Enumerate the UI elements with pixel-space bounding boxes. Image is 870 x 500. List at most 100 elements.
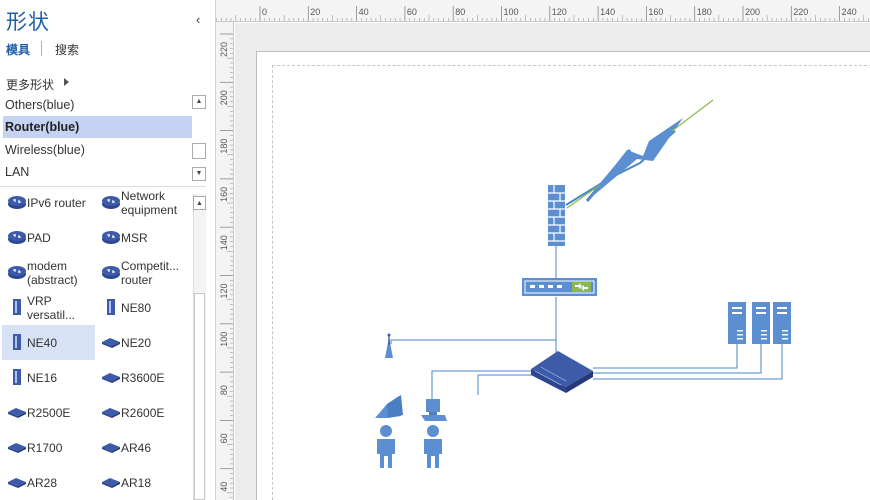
stencil-scroll-up-button[interactable]: ▲ (192, 95, 206, 109)
ruler-label: 100 (219, 332, 229, 347)
shape-ne40[interactable]: NE40 (2, 325, 95, 360)
shape-r1700[interactable]: R1700 (2, 430, 95, 465)
server-2-icon[interactable] (752, 302, 770, 344)
pad-icon (8, 231, 26, 244)
connector-server3-router[interactable] (593, 344, 783, 380)
stencil-scroll-down-button[interactable]: ▼ (192, 167, 206, 181)
connector-server1-router[interactable] (593, 344, 738, 369)
shape-label: R3600E (121, 370, 165, 385)
tab-stencils[interactable]: 模具 (6, 41, 30, 58)
ar18-icon (102, 478, 120, 488)
user-2-icon[interactable] (424, 425, 442, 468)
ruler-label: 220 (219, 42, 229, 57)
shape-r2500e[interactable]: R2500E (2, 395, 95, 430)
vertical-ruler: 220 200 180 160 140 120 100 80 60 40 (216, 22, 234, 500)
shape-ipv6-router[interactable]: IPv6 router (2, 185, 95, 220)
connector-pc-router[interactable] (477, 374, 540, 395)
shape-pad[interactable]: PAD (2, 220, 95, 255)
ruler-label: 240 (842, 7, 857, 17)
ruler-label: 20 (310, 7, 320, 17)
ruler-label: 200 (745, 7, 760, 17)
shape-ne16[interactable]: NE16 (2, 360, 95, 395)
ruler-label: 60 (407, 7, 417, 17)
shape-label: NE16 (27, 370, 58, 385)
network-equipment-icon (102, 196, 120, 209)
drawing-canvas[interactable] (235, 23, 870, 500)
ruler-label: 120 (219, 283, 229, 298)
stencil-item-lan[interactable]: LAN (3, 161, 192, 183)
ruler-label: 140 (219, 235, 229, 250)
r3600e-icon (102, 373, 120, 383)
connector-laptop-router[interactable] (431, 370, 533, 418)
server-1-icon[interactable] (728, 302, 746, 344)
shape-label: IPv6 router (27, 195, 86, 210)
shape-label: modem (abstract) (27, 258, 78, 287)
shape-label: R2500E (27, 405, 71, 420)
shape-r2600e[interactable]: R2600E (96, 395, 189, 430)
antenna-icon[interactable] (385, 333, 393, 359)
wan-lightning-icon[interactable] (565, 99, 714, 209)
ruler-label: 180 (219, 139, 229, 154)
ne40-icon (13, 334, 21, 350)
core-router-icon[interactable] (531, 351, 593, 393)
shape-ne20[interactable]: NE20 (96, 325, 189, 360)
shape-grid-scroll-up-button[interactable]: ▲ (193, 196, 206, 210)
shape-label: AR28 (27, 475, 58, 490)
shape-label: NE40 (27, 335, 58, 350)
connector-antenna-router[interactable] (390, 339, 556, 344)
network-diagram (375, 99, 791, 468)
shape-vrp[interactable]: VRP versatil... (2, 290, 95, 325)
ruler-label: 80 (219, 385, 229, 395)
shape-label: MSR (121, 230, 148, 245)
shape-network-equipment[interactable]: Network equipment (96, 185, 189, 220)
ruler-label: 0 (262, 7, 267, 17)
connector-lines (390, 246, 783, 418)
firewall-icon[interactable] (548, 185, 565, 246)
ar46-icon (102, 443, 120, 453)
shape-label: PAD (27, 230, 51, 245)
more-shapes-menu[interactable]: 更多形状 (6, 76, 54, 93)
ruler-label: 220 (793, 7, 808, 17)
ne20-icon (102, 338, 120, 348)
ruler-label: 40 (219, 482, 229, 492)
shape-ar46[interactable]: AR46 (96, 430, 189, 465)
shapes-pane: 形状 ‹ 模具 搜索 更多形状 Others(blue) Router(blue… (0, 0, 216, 500)
shape-msr[interactable]: MSR (96, 220, 189, 255)
r1700-icon (8, 443, 26, 453)
competitor-router-icon (102, 266, 120, 279)
stencil-item-wireless-blue[interactable]: Wireless(blue) (3, 139, 192, 161)
shape-label: AR46 (121, 440, 152, 455)
stencil-item-router-blue[interactable]: Router(blue) (3, 116, 192, 138)
shape-ar18[interactable]: AR18 (96, 465, 189, 500)
shape-modem[interactable]: modem (abstract) (2, 255, 95, 290)
user-1-icon[interactable] (377, 425, 395, 468)
r2500e-icon (8, 408, 26, 418)
connector-server2-router[interactable] (593, 344, 762, 374)
shape-r3600e[interactable]: R3600E (96, 360, 189, 395)
modem-icon (8, 266, 26, 279)
ruler-label: 160 (219, 187, 229, 202)
ruler-label: 60 (219, 433, 229, 443)
shape-competitor-router[interactable]: Competit... router (96, 255, 189, 290)
tab-search[interactable]: 搜索 (55, 41, 79, 58)
ne16-icon (13, 369, 21, 385)
shape-grid-scroll-thumb[interactable] (194, 293, 205, 500)
switch-icon[interactable] (522, 278, 597, 296)
laptop-icon[interactable] (375, 395, 403, 418)
chevron-right-icon[interactable] (64, 78, 69, 86)
horizontal-ruler: 0 20 40 60 80 100 120 140 160 180 200 220 240 (216, 0, 870, 22)
ruler-label: 40 (359, 7, 369, 17)
shape-label: AR18 (121, 475, 152, 490)
pane-title: 形状 (6, 10, 50, 34)
collapse-pane-button[interactable]: ‹ (196, 12, 200, 27)
shape-label: Network equipment (121, 188, 178, 217)
server-3-icon[interactable] (773, 302, 791, 344)
desktop-pc-icon[interactable] (421, 399, 447, 421)
stencil-scroll-thumb[interactable] (192, 143, 206, 159)
r2600e-icon (102, 408, 120, 418)
stencil-item-others-blue[interactable]: Others(blue) (3, 94, 192, 116)
shape-ar28[interactable]: AR28 (2, 465, 95, 500)
shape-ne80[interactable]: NE80 (96, 290, 189, 325)
vrp-icon (13, 299, 21, 315)
shape-label: VRP versatil... (27, 293, 76, 322)
